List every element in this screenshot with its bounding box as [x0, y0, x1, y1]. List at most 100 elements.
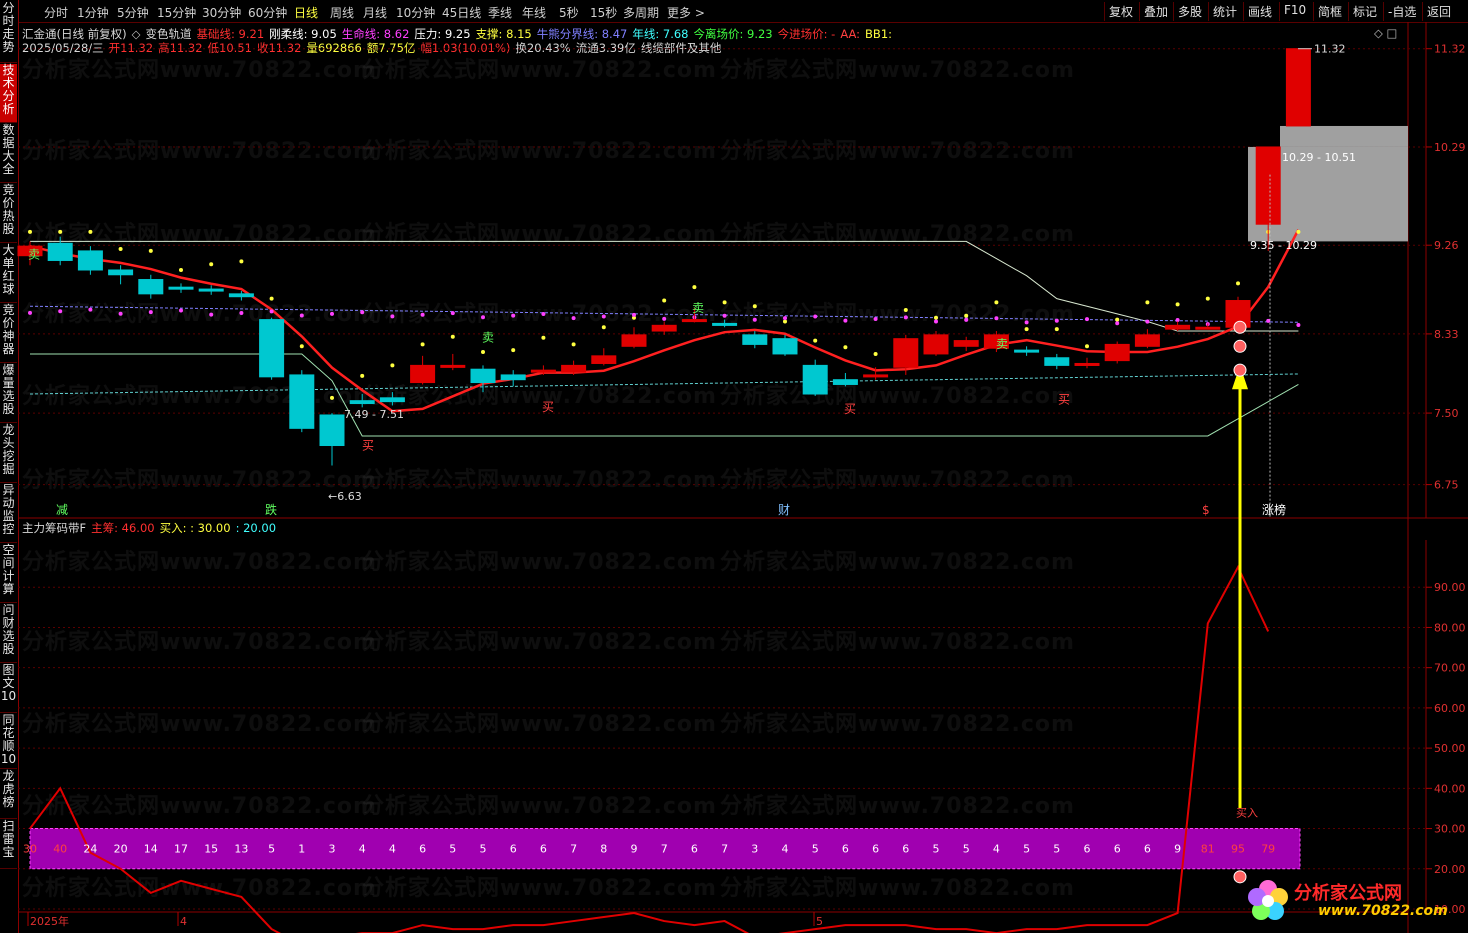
candle-body — [349, 400, 375, 405]
signal-dot-yellow — [360, 373, 365, 378]
chip-band-value: 4 — [782, 843, 789, 856]
candle-body — [953, 340, 979, 347]
candle-body — [651, 324, 677, 332]
candle-body — [772, 338, 798, 355]
chip-band-value: 24 — [83, 843, 97, 856]
buy-mark: 买 — [542, 400, 554, 414]
main-axis-label: 8.33 — [1434, 328, 1459, 341]
signal-dot-yellow — [28, 229, 32, 234]
signal-dot-yellow — [1115, 317, 1120, 322]
chip-band-value: 5 — [480, 843, 487, 856]
sell-mark: 卖 — [692, 301, 704, 315]
chip-band-value: 40 — [53, 843, 67, 856]
signal-dot-magenta — [179, 308, 183, 313]
sell-mark: 卖 — [28, 248, 40, 262]
candle-body — [410, 364, 436, 384]
candle-body — [681, 319, 707, 323]
signal-dot-yellow — [88, 229, 93, 234]
chip-band-value: 6 — [419, 843, 426, 856]
sub-axis-label: 20.00 — [1434, 863, 1466, 876]
signal-dot-magenta — [541, 311, 546, 316]
signal-dot-yellow — [873, 351, 878, 356]
candle-body — [289, 374, 315, 429]
sub-axis-label: 40.00 — [1434, 782, 1466, 795]
signal-dot-magenta — [964, 317, 969, 322]
chip-band-value: 3 — [329, 843, 336, 856]
candle-body — [893, 338, 919, 368]
signal-dot-yellow — [390, 363, 395, 368]
signal-dot-yellow — [903, 308, 908, 313]
candle-body — [500, 374, 526, 381]
signal-dot-yellow — [934, 315, 938, 320]
range-label-3: 9.35 - 10.29 — [1250, 239, 1317, 252]
candle-body — [561, 364, 587, 373]
buy-sub-mark: 买入 — [1236, 806, 1258, 819]
bottom-mark-1: 跌 — [265, 502, 277, 517]
logo-url: www.70822.com — [1318, 903, 1448, 919]
candle-body — [923, 334, 949, 355]
candle-body — [530, 369, 556, 373]
signal-dot-yellow — [511, 348, 516, 353]
chip-band-value: 8 — [600, 843, 607, 856]
logo-name: 分析家公式网 — [1294, 883, 1402, 904]
sell-mark: 卖 — [996, 337, 1008, 351]
stock-chart[interactable]: 11.32 10.29 9.26 8.33 7.50 6.75 90.00 80.00 70.0… — [0, 0, 1468, 933]
signal-dot-yellow — [1296, 229, 1301, 234]
main-axis-label: 9.26 — [1434, 239, 1459, 252]
signal-dot-magenta — [269, 309, 274, 314]
candle-body — [1134, 334, 1160, 347]
signal-dot-magenta — [843, 318, 848, 323]
signal-dot-magenta — [722, 313, 727, 318]
buy-mark: 买 — [362, 438, 374, 452]
signal-dot-magenta — [481, 315, 485, 320]
signal-dot-magenta — [420, 312, 425, 317]
signal-dot-magenta — [148, 310, 153, 315]
signal-dot-magenta — [1054, 318, 1059, 323]
high-price-label: 11.32 — [1314, 43, 1346, 56]
chip-band-value: 5 — [933, 843, 940, 856]
low-price-label: ←6.63 — [328, 490, 362, 503]
chip-band-value: 5 — [268, 843, 275, 856]
candle-body — [1104, 343, 1130, 362]
site-logo: 分析家公式网 www.70822.com — [1244, 875, 1454, 925]
date-axis-label: 2025年 — [30, 914, 69, 928]
date-axis-label: 4 — [180, 915, 187, 928]
chip-band-value: 6 — [842, 843, 849, 856]
candle-body — [108, 269, 134, 276]
candle-body — [832, 379, 858, 385]
main-axis-label: 10.29 — [1434, 141, 1466, 154]
chip-band-value: 5 — [963, 843, 970, 856]
chip-band-value: 20 — [114, 843, 128, 856]
signal-dot-magenta — [903, 315, 908, 320]
year-line — [29, 373, 1299, 395]
main-axis-label: 6.75 — [1434, 479, 1459, 492]
chip-band-value: 6 — [1114, 843, 1121, 856]
signal-dot-magenta — [1085, 317, 1089, 322]
bottom-mark-4: 涨榜 — [1262, 502, 1286, 517]
signal-dot-magenta — [873, 317, 878, 322]
range-label-1: 7.49 - 7.51 — [344, 408, 404, 421]
candle-body — [1195, 326, 1221, 330]
signal-dot-magenta — [752, 317, 757, 322]
chip-band-value: 4 — [359, 843, 366, 856]
signal-dot-yellow — [299, 344, 304, 349]
chip-band-value: 14 — [144, 843, 158, 856]
signal-dot-magenta — [511, 313, 516, 318]
signal-dot-magenta — [299, 313, 304, 318]
candle-body — [470, 368, 496, 384]
signal-dot-magenta — [450, 311, 455, 316]
sub-axis-label: 30.00 — [1434, 823, 1466, 836]
signal-dot-yellow — [179, 268, 183, 272]
chip-band-value: 5 — [1053, 843, 1060, 856]
signal-dot-magenta — [783, 316, 787, 321]
signal-dot-magenta — [360, 310, 365, 315]
candle-body — [621, 334, 647, 347]
signal-dot-yellow — [994, 300, 999, 305]
signal-dot-magenta — [662, 316, 667, 321]
date-axis-label: 5 — [816, 915, 823, 928]
candle-body — [1165, 324, 1191, 330]
chip-band-value: 7 — [721, 843, 728, 856]
candle-body — [47, 242, 73, 261]
signal-dot-magenta — [58, 309, 63, 314]
chip-band-value: 9 — [631, 843, 638, 856]
